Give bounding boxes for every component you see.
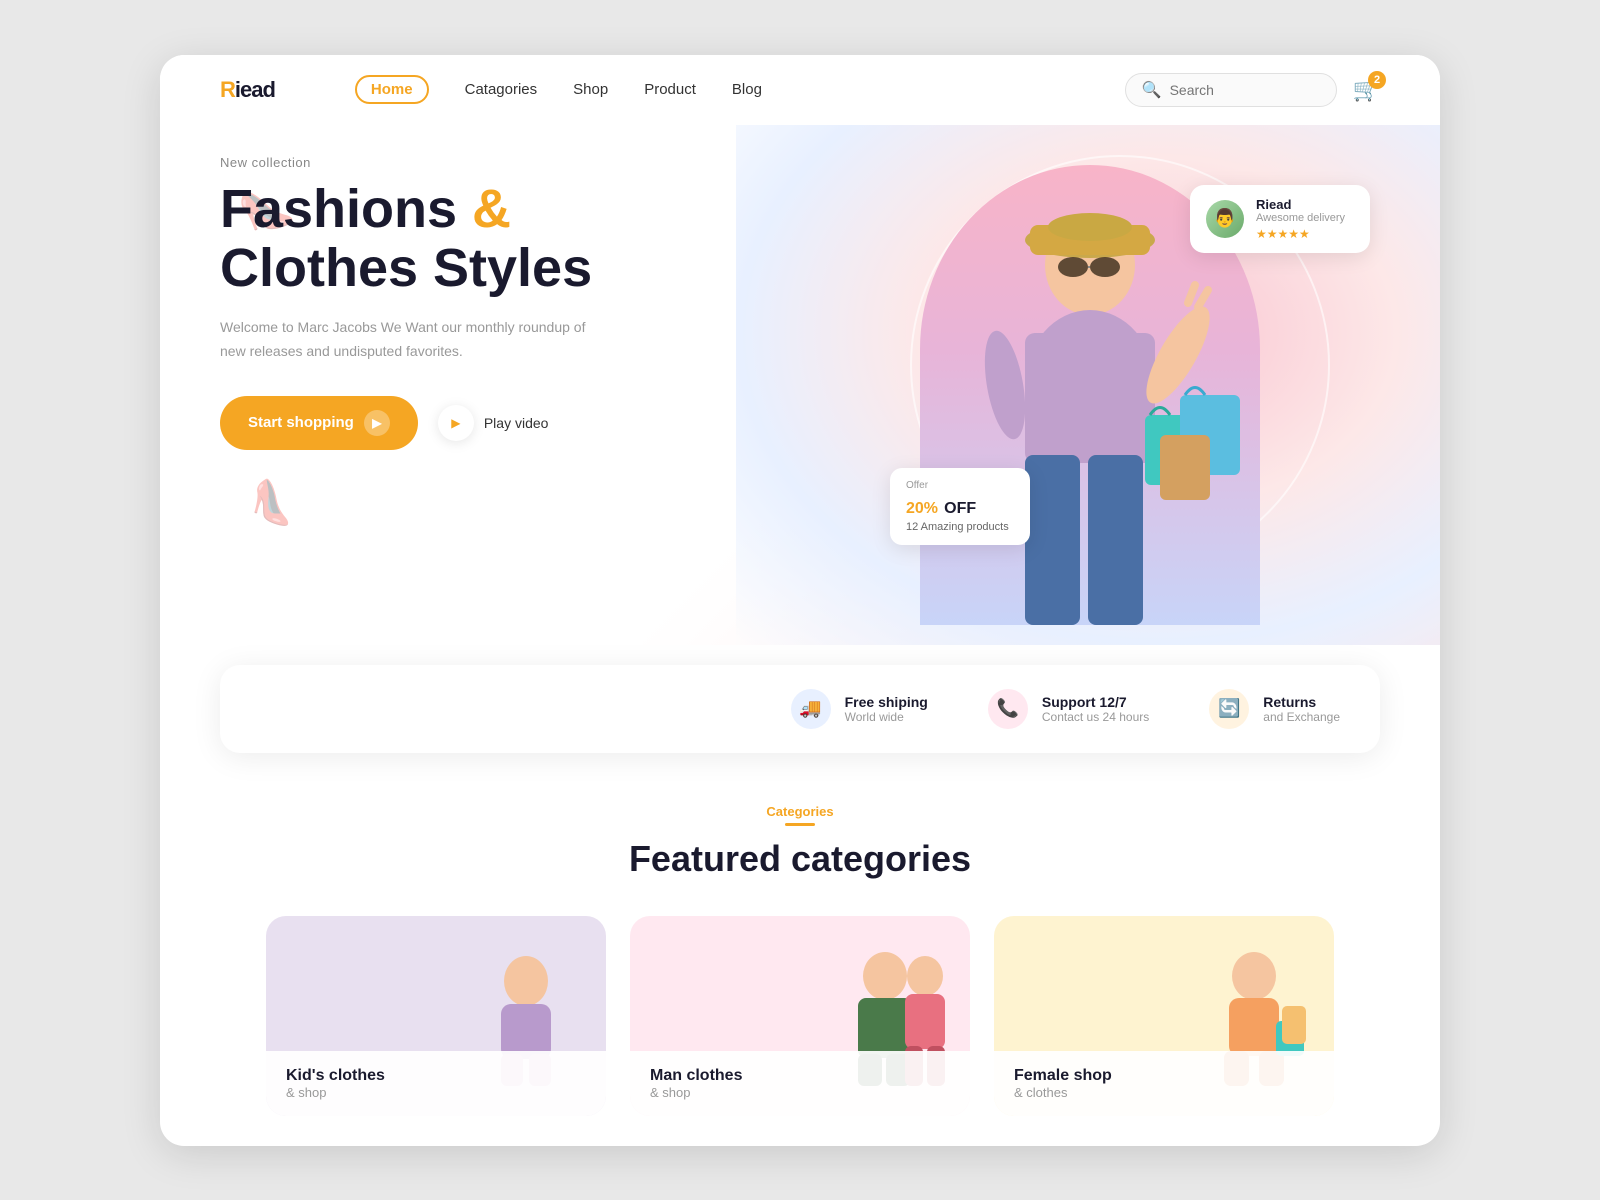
- hero-title-line1: Fashions &: [220, 179, 511, 239]
- hero-description: Welcome to Marc Jacobs We Want our month…: [220, 316, 600, 364]
- offer-label: Offer: [906, 480, 1014, 491]
- services-bar: 🚚 Free shiping World wide 📞 Support 12/7…: [220, 665, 1380, 753]
- offer-products: 12 Amazing products: [906, 521, 1014, 533]
- shipping-sub: World wide: [845, 710, 928, 724]
- review-badge: 👨 Riead Awesome delivery ★★★★★: [1190, 185, 1370, 253]
- browser-frame: Riead Home Catagories Shop Product Blog …: [160, 55, 1440, 1146]
- start-arrow-icon: ▶: [364, 410, 390, 436]
- hero-image-area: Offer 20% OFF 12 Amazing products 👨 Riea…: [860, 125, 1380, 625]
- service-support: 📞 Support 12/7 Contact us 24 hours: [988, 689, 1149, 729]
- review-info: Riead Awesome delivery ★★★★★: [1256, 197, 1345, 241]
- nav-right: 🔍 🛒 2: [1125, 73, 1380, 107]
- shipping-title: Free shiping: [845, 694, 928, 710]
- hero-ampersand: &: [472, 179, 511, 239]
- offer-percent: 20% OFF: [906, 493, 1014, 519]
- review-stars: ★★★★★: [1256, 227, 1345, 241]
- returns-title: Returns: [1263, 694, 1340, 710]
- female-card-label: Female shop & clothes: [994, 1051, 1334, 1116]
- service-returns: 🔄 Returns and Exchange: [1209, 689, 1340, 729]
- hero-title: Fashions & Clothes Styles: [220, 180, 720, 299]
- support-icon: 📞: [988, 689, 1028, 729]
- categories-section: Categories Featured categories Kid's clo…: [160, 753, 1440, 1146]
- hero-section: 👠 👠 New collection Fashions & Clothes St…: [160, 125, 1440, 645]
- shoe-decoration-2: 👠: [245, 475, 302, 530]
- logo-rest: iead: [235, 77, 275, 102]
- cart-button[interactable]: 🛒 2: [1353, 77, 1380, 103]
- female-card-title: Female shop: [1014, 1067, 1314, 1085]
- review-avatar: 👨: [1206, 200, 1244, 238]
- man-card-title: Man clothes: [650, 1067, 950, 1085]
- logo[interactable]: Riead: [220, 77, 275, 103]
- kids-card-label: Kid's clothes & shop: [266, 1051, 606, 1116]
- category-cards: Kid's clothes & shop: [220, 916, 1380, 1116]
- nav-categories[interactable]: Catagories: [465, 81, 538, 98]
- category-card-man[interactable]: Man clothes & shop: [630, 916, 970, 1116]
- cart-badge: 2: [1368, 71, 1386, 89]
- offer-badge: Offer 20% OFF 12 Amazing products: [890, 468, 1030, 545]
- categories-title: Featured categories: [220, 838, 1380, 880]
- new-collection-label: New collection: [220, 155, 720, 170]
- nav-shop[interactable]: Shop: [573, 81, 608, 98]
- returns-icon: 🔄: [1209, 689, 1249, 729]
- play-video-button[interactable]: ▶ Play video: [438, 405, 549, 441]
- review-name: Riead: [1256, 197, 1345, 212]
- returns-sub: and Exchange: [1263, 710, 1340, 724]
- female-card-sub: & clothes: [1014, 1085, 1314, 1100]
- nav-links: Home Catagories Shop Product Blog: [355, 75, 1125, 104]
- nav-product[interactable]: Product: [644, 81, 696, 98]
- search-input[interactable]: [1170, 82, 1320, 98]
- hero-title-line2: Clothes Styles: [220, 238, 592, 298]
- returns-text: Returns and Exchange: [1263, 694, 1340, 724]
- search-bar[interactable]: 🔍: [1125, 73, 1337, 107]
- man-card-sub: & shop: [650, 1085, 950, 1100]
- hero-buttons: Start shopping ▶ ▶ Play video: [220, 396, 720, 450]
- support-title: Support 12/7: [1042, 694, 1149, 710]
- nav-blog[interactable]: Blog: [732, 81, 762, 98]
- navbar: Riead Home Catagories Shop Product Blog …: [160, 55, 1440, 125]
- category-card-kids[interactable]: Kid's clothes & shop: [266, 916, 606, 1116]
- search-icon: 🔍: [1142, 80, 1162, 100]
- support-text: Support 12/7 Contact us 24 hours: [1042, 694, 1149, 724]
- shipping-text: Free shiping World wide: [845, 694, 928, 724]
- categories-label: Categories: [766, 804, 833, 826]
- kids-card-title: Kid's clothes: [286, 1067, 586, 1085]
- logo-r: R: [220, 77, 235, 102]
- service-shipping: 🚚 Free shiping World wide: [791, 689, 928, 729]
- play-circle-icon: ▶: [438, 405, 474, 441]
- start-shopping-button[interactable]: Start shopping ▶: [220, 396, 418, 450]
- shipping-icon: 🚚: [791, 689, 831, 729]
- kids-card-sub: & shop: [286, 1085, 586, 1100]
- category-card-female[interactable]: Female shop & clothes: [994, 916, 1334, 1116]
- start-shopping-label: Start shopping: [248, 414, 354, 431]
- nav-home[interactable]: Home: [355, 75, 429, 104]
- review-subtitle: Awesome delivery: [1256, 212, 1345, 224]
- hero-content: New collection Fashions & Clothes Styles…: [220, 155, 720, 450]
- support-sub: Contact us 24 hours: [1042, 710, 1149, 724]
- man-card-label: Man clothes & shop: [630, 1051, 970, 1116]
- play-video-label: Play video: [484, 415, 549, 431]
